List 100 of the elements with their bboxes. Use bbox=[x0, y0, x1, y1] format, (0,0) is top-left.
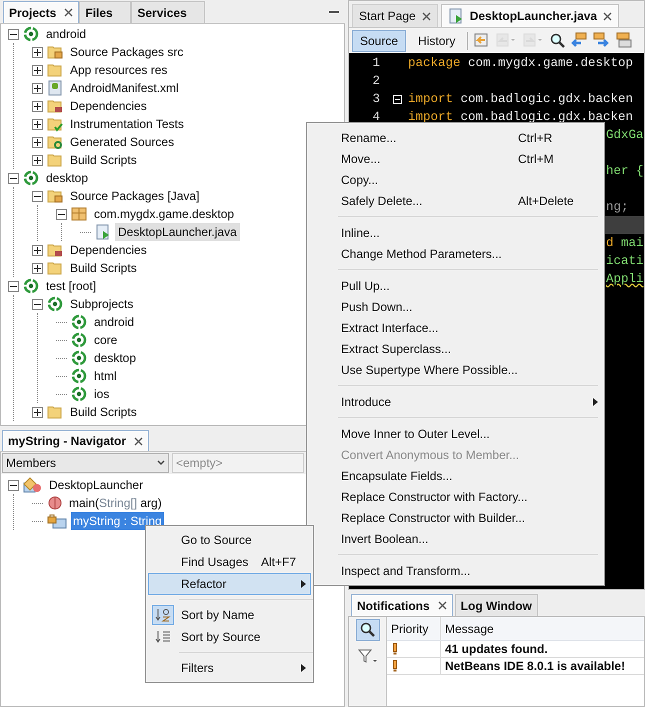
tree-item-label[interactable]: test [root] bbox=[43, 277, 100, 295]
tree-item-label[interactable]: Build Scripts bbox=[67, 259, 140, 277]
stack-icon[interactable] bbox=[615, 32, 632, 49]
menu-item[interactable]: Push Down... bbox=[307, 296, 604, 317]
folder-icon bbox=[47, 260, 63, 276]
menu-item[interactable]: Replace Constructor with Factory... bbox=[307, 486, 604, 507]
close-icon[interactable] bbox=[438, 601, 447, 610]
expand-icon[interactable] bbox=[32, 154, 43, 166]
close-icon[interactable] bbox=[603, 12, 612, 20]
menu-item[interactable]: Use Supertype Where Possible... bbox=[307, 359, 604, 380]
tree-item-label[interactable]: Dependencies bbox=[67, 241, 150, 259]
panel-tab[interactable]: myString - Navigator bbox=[2, 430, 150, 451]
chevron-down-icon bbox=[157, 460, 165, 466]
tree-item-label[interactable]: core bbox=[91, 331, 120, 349]
view-toggle[interactable]: History bbox=[411, 30, 462, 52]
search-button[interactable] bbox=[356, 619, 380, 641]
menu-item[interactable]: Safely Delete... Alt+Delete bbox=[307, 190, 604, 211]
menu-item[interactable]: Copy... bbox=[307, 169, 604, 190]
panel-tab[interactable]: Files bbox=[79, 1, 132, 23]
next-icon[interactable] bbox=[593, 32, 610, 49]
tree-item-label[interactable]: main(String[] arg) bbox=[67, 494, 164, 512]
column-header[interactable]: Message bbox=[441, 617, 498, 640]
view-toggle[interactable]: Source bbox=[352, 30, 406, 52]
expand-icon[interactable] bbox=[32, 406, 43, 418]
tree-item-label[interactable]: Dependencies bbox=[67, 97, 150, 115]
expand-icon[interactable] bbox=[32, 82, 43, 94]
class-icon bbox=[23, 477, 43, 493]
menu-item[interactable]: Rename... Ctrl+R bbox=[307, 127, 604, 148]
menu-item[interactable]: Sort by Source bbox=[148, 626, 311, 648]
close-icon[interactable] bbox=[64, 8, 74, 17]
expand-icon[interactable] bbox=[32, 118, 43, 130]
tree-item-label[interactable]: Source Packages [Java] bbox=[67, 187, 202, 205]
collapse-icon[interactable] bbox=[8, 28, 19, 40]
tree-item-label[interactable]: Instrumentation Tests bbox=[67, 115, 187, 133]
fold-toggle[interactable] bbox=[392, 94, 402, 104]
menu-item[interactable]: Inline... bbox=[307, 222, 604, 243]
code-line: ng; bbox=[606, 198, 629, 216]
menu-item[interactable]: Extract Superclass... bbox=[307, 338, 604, 359]
tree-item-label[interactable]: ios bbox=[91, 385, 112, 403]
editor-tab[interactable]: DesktopLauncher.java bbox=[440, 4, 620, 27]
panel-tab[interactable]: Log Window bbox=[454, 594, 538, 616]
close-icon[interactable] bbox=[422, 12, 431, 20]
android-file-icon bbox=[47, 80, 63, 96]
tree-item-label[interactable]: android bbox=[43, 25, 90, 43]
tree-item-label[interactable]: desktop bbox=[43, 169, 92, 187]
menu-item[interactable]: Move Inner to Outer Level... bbox=[307, 423, 604, 444]
tree-item-label[interactable]: AndroidManifest.xml bbox=[67, 79, 182, 97]
menu-item[interactable]: Go to Source bbox=[148, 529, 311, 551]
panel-tab[interactable]: Projects bbox=[3, 1, 80, 23]
folder-icon bbox=[47, 62, 63, 78]
collapse-icon[interactable] bbox=[32, 298, 43, 310]
tree-item-label[interactable]: Build Scripts bbox=[67, 151, 140, 169]
collapse-icon[interactable] bbox=[32, 190, 43, 202]
expand-icon[interactable] bbox=[32, 262, 43, 274]
menu-item[interactable]: Change Method Parameters... bbox=[307, 243, 604, 264]
notification-message[interactable]: NetBeans IDE 8.0.1 is available! bbox=[441, 657, 630, 675]
tree-item-label[interactable]: com.mygdx.game.desktop bbox=[91, 205, 238, 223]
collapse-icon[interactable] bbox=[8, 172, 19, 184]
previous-icon[interactable] bbox=[571, 32, 588, 49]
editor-tab[interactable]: Start Page bbox=[352, 4, 438, 27]
collapse-icon[interactable] bbox=[56, 208, 67, 220]
menu-item[interactable]: Introduce bbox=[307, 391, 604, 412]
collapse-icon[interactable] bbox=[8, 280, 19, 292]
tree-item-label[interactable]: Source Packages src bbox=[67, 43, 186, 61]
menu-item[interactable]: Sort by Name bbox=[148, 604, 311, 626]
panel-tab[interactable]: Notifications bbox=[351, 594, 453, 616]
expand-icon[interactable] bbox=[32, 46, 43, 58]
expand-icon[interactable] bbox=[32, 136, 43, 148]
tree-item-label[interactable]: desktop bbox=[91, 349, 140, 367]
menu-item[interactable]: Refactor bbox=[148, 573, 311, 595]
tree-item-label[interactable]: Subprojects bbox=[67, 295, 136, 313]
tree-item-label[interactable]: DesktopLauncher.java bbox=[115, 223, 240, 241]
ring-icon bbox=[71, 314, 87, 330]
menu-item[interactable]: Extract Interface... bbox=[307, 317, 604, 338]
tree-item-label[interactable]: Generated Sources bbox=[67, 133, 178, 151]
notification-message[interactable]: 41 updates found. bbox=[441, 640, 552, 658]
arrow-page-icon[interactable] bbox=[473, 32, 490, 49]
menu-item[interactable]: Replace Constructor with Builder... bbox=[307, 507, 604, 528]
collapse-icon[interactable] bbox=[8, 480, 19, 490]
tree-item-label[interactable]: App resources res bbox=[67, 61, 170, 79]
submenu-arrow-icon bbox=[593, 398, 598, 406]
filter-dropdown[interactable]: Members bbox=[2, 453, 169, 473]
search-icon[interactable] bbox=[549, 32, 566, 49]
menu-item[interactable]: Find Usages Alt+F7 bbox=[148, 551, 311, 573]
ring-icon bbox=[71, 386, 87, 402]
column-header[interactable]: Priority bbox=[387, 617, 441, 640]
expand-icon[interactable] bbox=[32, 244, 43, 256]
exclamation-icon bbox=[393, 660, 397, 672]
tree-item-label[interactable]: android bbox=[91, 313, 138, 331]
close-icon[interactable] bbox=[134, 436, 144, 446]
menu-item[interactable]: Move... Ctrl+M bbox=[307, 148, 604, 169]
menu-item[interactable]: Pull Up... bbox=[307, 275, 604, 296]
tree-item-label[interactable]: Build Scripts bbox=[67, 403, 140, 421]
panel-tab[interactable]: Services bbox=[131, 1, 206, 23]
menu-item[interactable]: Filters bbox=[148, 657, 311, 679]
tree-item-label[interactable]: DesktopLauncher bbox=[47, 476, 146, 494]
menu-item[interactable]: Encapsulate Fields... bbox=[307, 465, 604, 486]
expand-icon[interactable] bbox=[32, 100, 43, 112]
tree-item-label[interactable]: html bbox=[91, 367, 120, 385]
expand-icon[interactable] bbox=[32, 64, 43, 76]
